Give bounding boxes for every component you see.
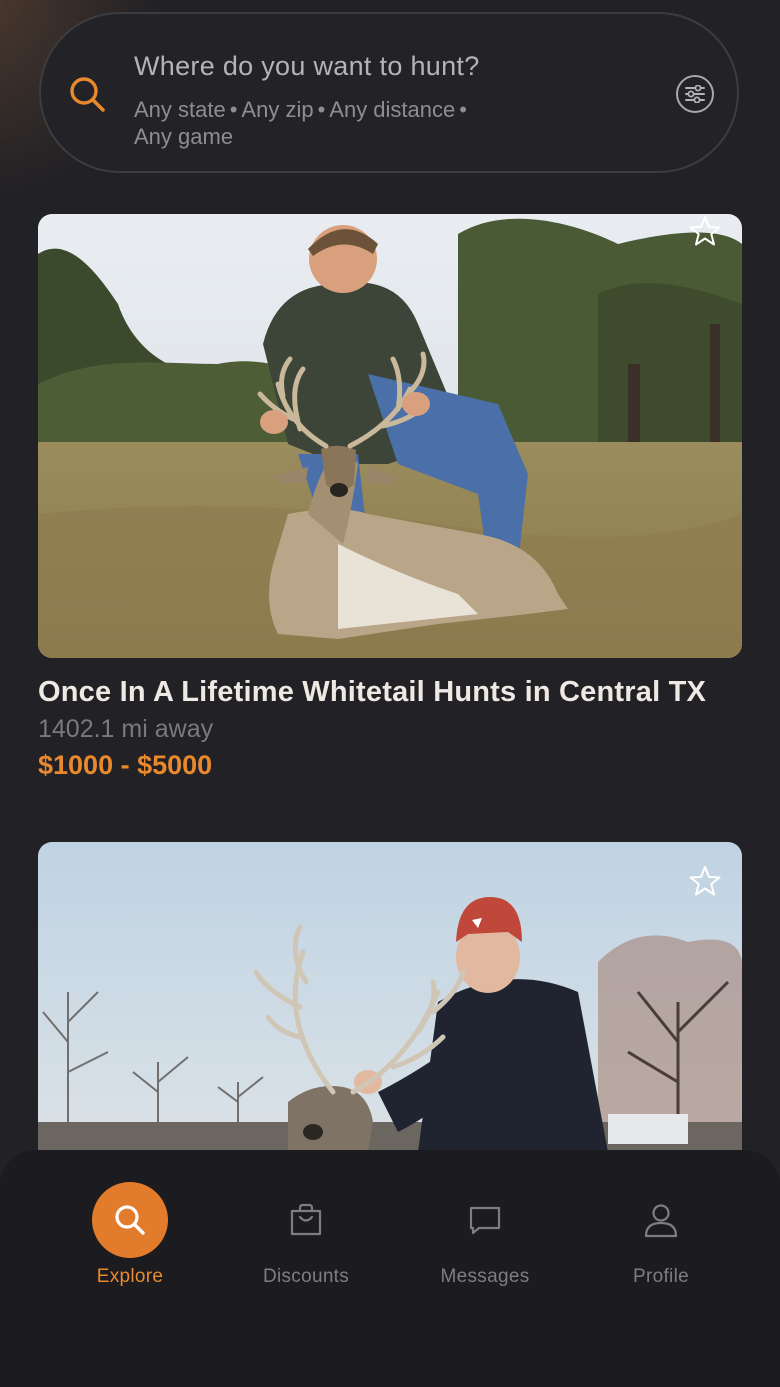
listing-card[interactable] [38,842,742,1172]
search-icon [67,74,107,114]
nav-explore-icon-circle [92,1182,168,1258]
nav-explore-label: Explore [96,1266,164,1287]
listing-photo[interactable] [38,214,742,658]
favorite-star-icon[interactable] [688,214,722,248]
listing-price: $1000 - $5000 [38,750,213,780]
search-prompt: Where do you want to hunt? [134,51,480,81]
nav-messages-label: Messages [440,1266,530,1287]
criteria-distance: Any distance [329,97,456,122]
separator-dot: • [229,97,238,122]
criteria-game: Any game [134,124,234,149]
nav-discounts-label: Discounts [262,1266,350,1287]
hunter-with-whitetail-photo [38,214,742,658]
search-criteria: Any state • Any zip • Any distance • Any game [134,96,554,150]
nav-explore[interactable]: Explore [60,1182,200,1288]
bottom-navigation: Explore Discounts Messages Profile [0,1150,780,1387]
criteria-state: Any state [134,97,226,122]
search-bar[interactable]: Where do you want to hunt? Any state • Any… [39,12,739,173]
nav-messages[interactable]: Messages [415,1182,555,1288]
nav-discounts[interactable]: Discounts [236,1182,376,1288]
search-icon [115,1205,145,1235]
hunter-with-buck-photo [38,842,742,1172]
listing-card[interactable]: Once In A Lifetime Whitetail Hunts in Ce… [38,214,742,781]
nav-profile-icon-circle [623,1182,699,1258]
message-icon [469,1206,501,1235]
shopping-bag-icon [290,1203,322,1236]
separator-dot: • [459,97,467,122]
listing-title[interactable]: Once In A Lifetime Whitetail Hunts in Ce… [38,676,742,709]
favorite-star-icon[interactable] [688,864,722,898]
listing-photo[interactable] [38,842,742,1172]
nav-profile[interactable]: Profile [591,1182,731,1288]
separator-dot: • [317,97,326,122]
person-icon [644,1204,678,1238]
nav-discounts-icon-circle [268,1182,344,1258]
filter-button[interactable] [676,75,714,113]
sliders-icon [685,85,705,103]
listing-distance: 1402.1 mi away [38,715,214,743]
criteria-zip: Any zip [241,97,314,122]
nav-messages-icon-circle [447,1182,523,1258]
explore-screen: Where do you want to hunt? Any state • Any… [0,0,780,1387]
nav-profile-label: Profile [633,1266,689,1287]
